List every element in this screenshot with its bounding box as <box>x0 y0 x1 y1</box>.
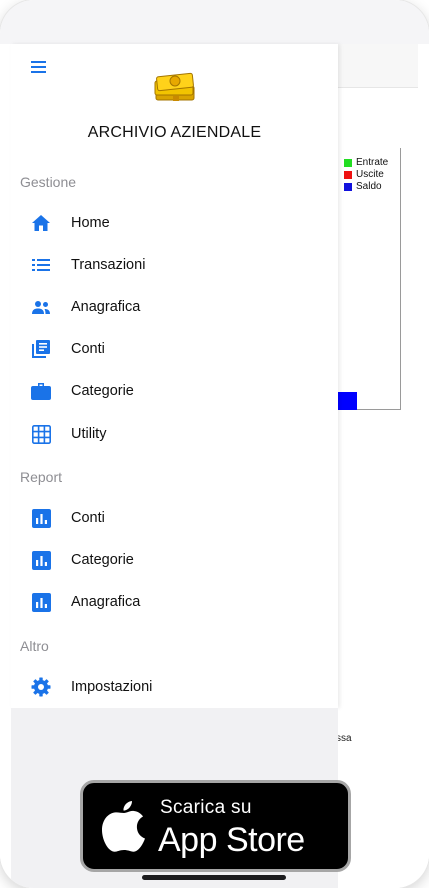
bar-chart-icon <box>30 507 52 529</box>
legend-swatch <box>344 171 352 179</box>
nav-item-label: Transazioni <box>71 257 146 273</box>
bar-chart-icon <box>30 549 52 571</box>
nav-item-label: Home <box>71 215 110 231</box>
bar-chart-icon <box>30 591 52 613</box>
nav-item-label: Categorie <box>71 552 134 568</box>
briefcase-icon <box>30 380 52 402</box>
legend-item-saldo: Saldo <box>344 181 388 193</box>
legend-item-entrate: Entrate <box>344 157 388 169</box>
navigation-drawer: ARCHIVIO AZIENDALE Gestione Home Transaz… <box>11 44 338 708</box>
chart-bar-saldo <box>338 392 357 410</box>
nav-item-label: Utility <box>71 426 107 442</box>
legend-swatch <box>344 159 352 167</box>
nav-item-transazioni[interactable]: Transazioni <box>11 244 338 286</box>
nav-item-conti[interactable]: Conti <box>11 328 338 370</box>
grid-icon <box>30 423 52 445</box>
home-icon <box>30 212 52 234</box>
chart-legend: Entrate Uscite Saldo <box>344 157 388 193</box>
legend-label: Saldo <box>356 181 382 192</box>
legend-label: Uscite <box>356 169 384 180</box>
phone-screen: Entrate Uscite Saldo ssa ARCHIVIO AZIEND… <box>0 0 429 888</box>
background-app-bar <box>338 44 418 88</box>
section-header-report: Report <box>20 469 63 485</box>
menu-button[interactable] <box>31 58 49 76</box>
nav-item-utility[interactable]: Utility <box>11 413 338 455</box>
nav-item-label: Categorie <box>71 383 134 399</box>
background-text-fragment: ssa <box>336 733 352 744</box>
nav-item-report-anagrafica[interactable]: Anagrafica <box>11 581 338 623</box>
settings-gear-icon <box>30 676 52 698</box>
nav-item-report-categorie[interactable]: Categorie <box>11 539 338 581</box>
app-store-badge[interactable]: Scarica su App Store <box>80 780 351 872</box>
apple-logo-icon <box>102 801 145 852</box>
money-stack-icon <box>154 72 195 101</box>
nav-item-impostazioni[interactable]: Impostazioni <box>11 666 338 708</box>
people-icon <box>30 296 52 318</box>
legend-label: Entrate <box>356 157 389 168</box>
home-indicator[interactable] <box>142 875 286 880</box>
nav-item-label: Anagrafica <box>71 299 141 315</box>
nav-item-report-conti[interactable]: Conti <box>11 497 338 539</box>
section-header-gestione: Gestione <box>20 174 77 190</box>
drawer-title: ARCHIVIO AZIENDALE <box>87 124 262 141</box>
section-header-altro: Altro <box>20 638 49 654</box>
nav-item-label: Anagrafica <box>71 594 141 610</box>
badge-small-text: Scarica su <box>160 797 252 818</box>
nav-item-categorie[interactable]: Categorie <box>11 370 338 412</box>
nav-item-label: Impostazioni <box>71 679 153 695</box>
library-books-icon <box>30 338 52 360</box>
nav-item-label: Conti <box>71 510 105 526</box>
hamburger-menu-icon-line <box>31 71 46 73</box>
list-icon <box>30 254 52 276</box>
status-bar <box>0 0 429 44</box>
nav-item-label: Conti <box>71 341 105 357</box>
nav-item-home[interactable]: Home <box>11 202 338 244</box>
nav-item-anagrafica[interactable]: Anagrafica <box>11 286 338 328</box>
legend-item-uscite: Uscite <box>344 169 388 181</box>
badge-store-name: App Store <box>158 821 305 859</box>
hamburger-menu-icon <box>31 61 46 63</box>
legend-swatch <box>344 183 352 191</box>
hamburger-menu-icon-line <box>31 66 46 68</box>
